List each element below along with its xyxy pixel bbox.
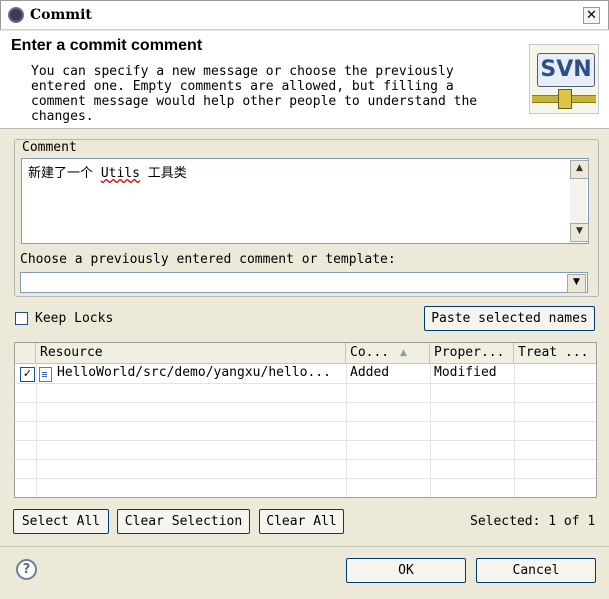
comment-group-label: Comment (20, 140, 79, 155)
comment-text-part2: 工具类 (139, 166, 187, 181)
content-status: Added (350, 365, 390, 380)
table-header: Resource Co... ▲ Proper... Treat ... (15, 343, 596, 364)
paste-selected-names-button[interactable]: Paste selected names (424, 306, 595, 331)
svn-logo: SVN (529, 44, 599, 114)
ok-button[interactable]: OK (346, 558, 466, 583)
gear-icon (8, 7, 24, 23)
clear-all-button[interactable]: Clear All (259, 509, 344, 534)
scroll-up-arrow-icon[interactable]: ▲ (570, 160, 589, 179)
header-heading: Enter a commit comment (11, 37, 203, 54)
comment-text-spellcheck-word: Utils (100, 166, 140, 181)
svn-logo-text: SVN (537, 53, 595, 87)
resources-table[interactable]: Resource Co... ▲ Proper... Treat ... ✓ He… (14, 342, 597, 498)
row-divider (15, 478, 596, 479)
java-file-icon (39, 367, 52, 382)
scroll-down-arrow-icon[interactable]: ▼ (570, 223, 589, 242)
close-button[interactable]: ✕ (583, 7, 600, 24)
template-combo[interactable]: ▼ (20, 272, 588, 293)
row-divider (15, 383, 596, 384)
keep-locks-checkbox[interactable] (15, 312, 28, 325)
chevron-down-icon[interactable]: ▼ (567, 274, 586, 293)
row-divider (15, 459, 596, 460)
select-all-button[interactable]: Select All (13, 509, 109, 534)
template-label: Choose a previously entered comment or t… (20, 252, 396, 267)
properties-status: Modified (434, 365, 497, 380)
svn-logo-knob (558, 89, 572, 109)
row-divider (15, 421, 596, 422)
column-header-treat[interactable]: Treat ... (514, 343, 596, 363)
header-checkbox-column (15, 343, 36, 363)
footer-divider (0, 546, 609, 547)
cancel-button[interactable]: Cancel (476, 558, 596, 583)
clear-selection-button[interactable]: Clear Selection (117, 509, 250, 534)
row-divider (15, 402, 596, 403)
column-header-resource[interactable]: Resource (36, 343, 346, 363)
selection-status: Selected: 1 of 1 (470, 514, 596, 529)
column-header-properties[interactable]: Proper... (430, 343, 514, 363)
dialog-header: Enter a commit comment You can specify a… (0, 31, 609, 129)
treat-status (518, 364, 594, 382)
comment-textarea[interactable]: 新建了一个 Utils 工具类 ▲ ▼ (21, 158, 589, 244)
keep-locks-label: Keep Locks (35, 311, 114, 326)
sort-ascending-icon: ▲ (400, 348, 407, 358)
row-checkbox[interactable]: ✓ (20, 367, 35, 382)
column-header-content-label: Co... (350, 345, 390, 360)
column-header-content[interactable]: Co... ▲ (346, 343, 430, 363)
comment-text: 新建了一个 Utils 工具类 (28, 162, 187, 181)
header-description: You can specify a new message or choose … (31, 64, 478, 124)
row-divider (15, 440, 596, 441)
resource-path[interactable]: HelloWorld/src/demo/yangxu/hello... (57, 364, 343, 382)
window-title: Commit (30, 7, 92, 23)
help-icon[interactable]: ? (16, 559, 37, 580)
comment-scrollbar[interactable]: ▲ ▼ (570, 160, 589, 242)
comment-text-part1: 新建了一个 (28, 166, 101, 181)
